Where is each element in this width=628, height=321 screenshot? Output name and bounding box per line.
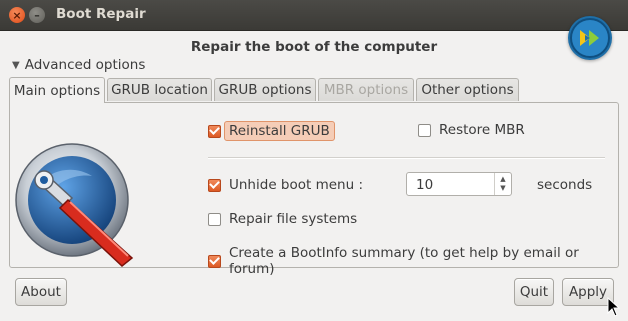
restore-mbr-checkbox[interactable]: Restore MBR [418, 122, 525, 138]
about-button[interactable]: About [15, 278, 67, 306]
mouse-pointer [607, 296, 621, 317]
unhide-boot-menu-label: Unhide boot menu : [229, 177, 363, 193]
window-title: Boot Repair [56, 6, 146, 22]
spin-arrows-icon[interactable]: ▲ ▼ [494, 173, 511, 195]
restore-mbr-label: Restore MBR [439, 122, 525, 138]
advanced-options-expander[interactable]: ▼ Advanced options [12, 57, 145, 73]
divider [208, 157, 605, 159]
close-icon[interactable]: × [9, 7, 25, 23]
tab-mbr-options: MBR options [318, 78, 414, 101]
advanced-options-label: Advanced options [24, 57, 146, 73]
minimize-icon[interactable]: – [29, 7, 45, 23]
wrench-icon [14, 140, 142, 268]
boot-repair-logo [568, 16, 612, 60]
seconds-label: seconds [537, 177, 593, 193]
title-bar[interactable]: × – Boot Repair [0, 0, 628, 31]
bootinfo-summary-checkbox[interactable]: Create a BootInfo summary (to get help b… [208, 245, 628, 277]
tab-grub-options[interactable]: GRUB options [214, 78, 316, 101]
reinstall-grub-checkbox[interactable]: Reinstall GRUB [208, 121, 335, 141]
page-title: Repair the boot of the computer [190, 39, 438, 55]
checkbox-unchecked-icon[interactable] [418, 123, 431, 137]
unhide-boot-menu-checkbox[interactable]: Unhide boot menu : [208, 177, 363, 193]
repair-file-systems-label: Repair file systems [229, 211, 358, 227]
checkbox-checked-icon[interactable] [208, 178, 221, 192]
reinstall-grub-label: Reinstall GRUB [224, 121, 335, 141]
tab-other-options[interactable]: Other options [416, 78, 519, 101]
checkbox-checked-icon[interactable] [208, 124, 221, 138]
spinner-value[interactable]: 10 [416, 177, 433, 193]
checkbox-unchecked-icon[interactable] [208, 212, 221, 226]
boot-menu-seconds-spinner[interactable]: 10 ▲ ▼ [406, 172, 512, 196]
repair-file-systems-checkbox[interactable]: Repair file systems [208, 211, 357, 227]
bootinfo-summary-label: Create a BootInfo summary (to get help b… [228, 245, 579, 277]
tab-main-options[interactable]: Main options [9, 77, 105, 103]
triangle-down-icon: ▼ [12, 59, 20, 71]
quit-button[interactable]: Quit [514, 278, 554, 306]
checkbox-checked-icon[interactable] [208, 254, 221, 268]
tab-grub-location[interactable]: GRUB location [107, 78, 212, 101]
